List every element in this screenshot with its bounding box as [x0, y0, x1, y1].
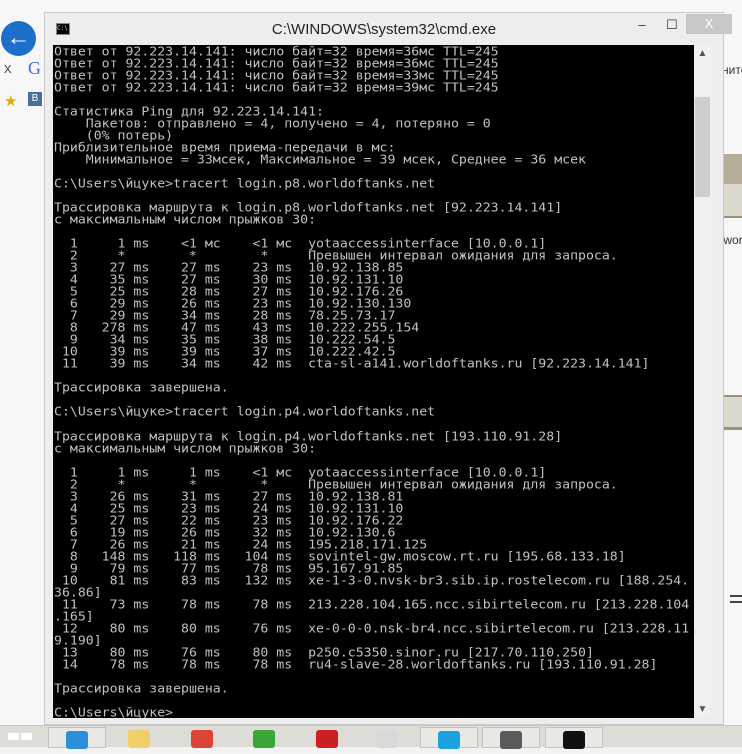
taskbar-button[interactable] — [420, 727, 478, 749]
start-button[interactable] — [8, 733, 34, 748]
minimize-button[interactable]: ‒ — [627, 15, 657, 35]
opera-icon — [376, 730, 398, 748]
taskbar-button[interactable] — [482, 727, 540, 749]
console-line: 14 78 ms 78 ms 78 ms ru4-slave-28.worldo… — [54, 657, 658, 672]
console-line: 36.86] — [54, 585, 102, 600]
console-line: с максимальным числом прыжков 30: — [54, 213, 317, 228]
console-line: Трассировка маршрута к login.p4.worldoft… — [54, 429, 563, 444]
cmd-icon — [563, 731, 585, 749]
chrome-icon — [191, 730, 213, 748]
taskbar — [0, 725, 742, 749]
taskbar-button[interactable] — [545, 727, 603, 749]
taskbar-button[interactable] — [48, 727, 106, 749]
maximize-button[interactable]: ☐ — [657, 15, 687, 35]
taskbar-button[interactable] — [110, 727, 168, 748]
tab-close-icon[interactable]: x — [4, 60, 12, 77]
skype-icon — [438, 731, 460, 749]
console-line: 7 26 ms 21 ms 24 ms 195.218.171.125 — [54, 537, 428, 552]
console-line: Ответ от 92.223.14.141: число байт=32 вр… — [54, 81, 499, 96]
scrollbar-thumb[interactable] — [695, 97, 710, 197]
console-line: 1 1 ms 1 ms <1 мс yotaaccessinterface [1… — [54, 465, 547, 480]
menu-icon[interactable] — [730, 595, 742, 603]
file-explorer-icon — [128, 730, 150, 748]
console-line: 11 73 ms 78 ms 78 ms 213.228.104.165.ncc… — [54, 597, 690, 612]
console-line: C:\Users\йцуке>tracert login.p4.worldoft… — [54, 405, 436, 420]
console-line: 3 26 ms 31 ms 27 ms 10.92.138.81 — [54, 489, 404, 504]
cmd-window: C:\ C:\WINDOWS\system32\cmd.exe ‒ ☐ X От… — [44, 12, 732, 725]
acrobat-reader-icon — [316, 730, 338, 748]
favorites-star-icon[interactable]: ★ — [4, 92, 17, 110]
windows-logo-icon — [8, 733, 19, 740]
window-title: C:\WINDOWS\system32\cmd.exe — [271, 21, 497, 38]
console-line: Трассировка завершена. — [54, 381, 229, 396]
page-text-fragment: ните — [722, 63, 742, 77]
internet-explorer-icon — [66, 731, 88, 749]
close-button[interactable]: X — [686, 14, 732, 34]
console-line: 9.190] — [54, 633, 102, 648]
console-line: 2 * * * Превышен интервал ожидания для з… — [54, 477, 618, 492]
scroll-up-icon[interactable]: ▲ — [694, 45, 711, 62]
console-line: с максимальным числом прыжков 30: — [54, 441, 317, 456]
console-line: 11 39 ms 34 ms 42 ms cta-sl-a141.worldof… — [54, 357, 650, 372]
taskbar-button[interactable] — [298, 727, 356, 748]
scroll-down-icon[interactable]: ▼ — [694, 701, 711, 718]
console-line: Минимальное = 33мсек, Максимальное = 39 … — [54, 153, 586, 168]
title-bar[interactable]: C:\ C:\WINDOWS\system32\cmd.exe ‒ ☐ X — [45, 13, 732, 45]
taskbar-button[interactable] — [173, 727, 231, 748]
console-line: 4 25 ms 23 ms 24 ms 10.92.131.10 — [54, 501, 404, 516]
windows-logo-icon — [21, 733, 32, 740]
google-icon: G — [28, 58, 41, 78]
console-line: 10 81 ms 83 ms 132 ms xe-1-3-0.nvsk-br3.… — [54, 573, 690, 588]
console-line: 5 27 ms 22 ms 23 ms 10.92.176.22 — [54, 513, 404, 528]
back-button[interactable]: ← — [1, 21, 36, 56]
vertical-scrollbar[interactable]: ▲ ▼ — [694, 45, 711, 718]
console-line: C:\Users\йцуке> — [54, 706, 174, 718]
console-line: 9 79 ms 77 ms 78 ms 95.167.91.85 — [54, 561, 404, 576]
taskbar-button[interactable] — [235, 727, 293, 748]
utorrent-icon — [253, 730, 275, 748]
console-line: Трассировка завершена. — [54, 681, 229, 696]
console-line: C:\Users\йцуке>tracert login.p8.worldoft… — [54, 177, 436, 192]
console-output[interactable]: Ответ от 92.223.14.141: число байт=32 вр… — [53, 45, 694, 718]
console-line: 12 80 ms 80 ms 76 ms xe-0-0-0.nsk-br4.nc… — [54, 621, 690, 636]
vk-bookmark-icon[interactable]: B — [28, 92, 42, 106]
taskbar-button[interactable] — [358, 727, 416, 748]
console-line: .165] — [54, 609, 94, 624]
world-of-tanks-icon — [500, 731, 522, 749]
console-line: 6 19 ms 26 ms 32 ms 10.92.130.6 — [54, 525, 396, 540]
console-line: 8 148 ms 118 ms 104 ms sovintel-gw.mosco… — [54, 549, 626, 564]
